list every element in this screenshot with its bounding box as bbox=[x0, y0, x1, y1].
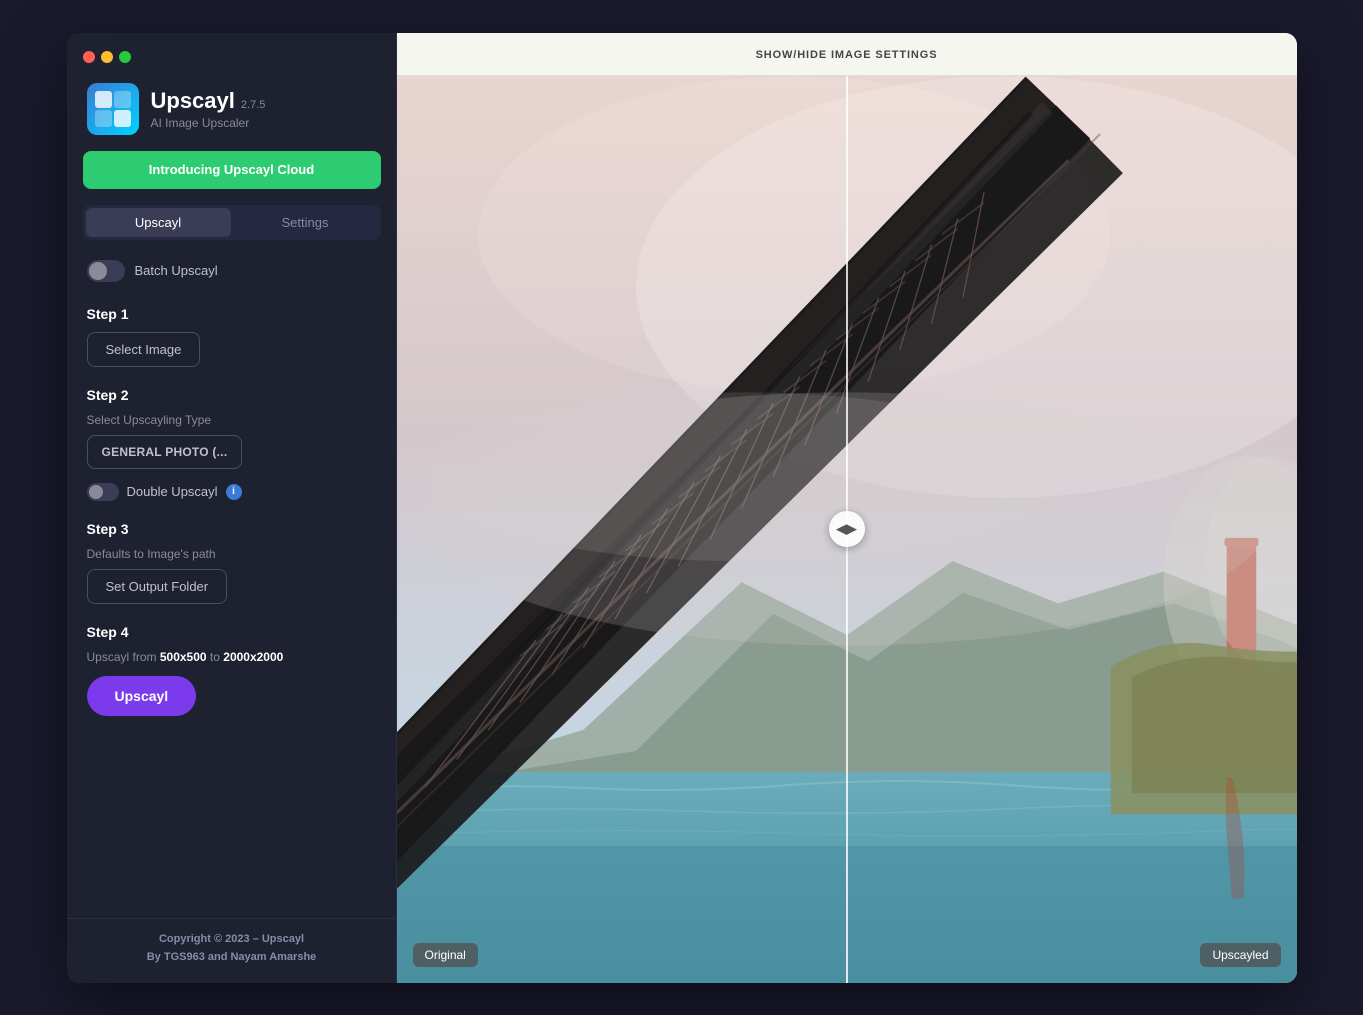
model-select-button[interactable]: GENERAL PHOTO (... bbox=[87, 435, 243, 469]
app-title-group: Upscayl 2.7.5 AI Image Upscaler bbox=[151, 88, 266, 130]
toggle-knob bbox=[89, 262, 107, 280]
upscayl-button[interactable]: Upscayl bbox=[87, 676, 197, 716]
image-settings-bar[interactable]: SHOW/HIDE IMAGE SETTINGS bbox=[397, 33, 1297, 76]
step4-section: Step 4 Upscayl from 500x500 to 2000x2000… bbox=[87, 624, 377, 716]
tab-upscayl[interactable]: Upscayl bbox=[86, 208, 231, 237]
app-name: Upscayl bbox=[151, 88, 235, 114]
tab-bar: Upscayl Settings bbox=[83, 205, 381, 240]
app-logo bbox=[87, 83, 139, 135]
step3-label: Step 3 bbox=[87, 521, 377, 537]
sidebar-content: Batch Upscayl Step 1 Select Image Step 2… bbox=[67, 260, 397, 919]
step4-description: Upscayl from 500x500 to 2000x2000 bbox=[87, 650, 377, 664]
compare-handle[interactable]: ◀▶ bbox=[829, 511, 865, 547]
sidebar: Upscayl 2.7.5 AI Image Upscaler Introduc… bbox=[67, 33, 397, 983]
double-upscayl-label: Double Upscayl bbox=[127, 484, 218, 499]
batch-upscayl-label: Batch Upscayl bbox=[135, 263, 218, 278]
step3-section: Step 3 Defaults to Image's path Set Outp… bbox=[87, 521, 377, 624]
step4-desc-prefix: Upscayl from bbox=[87, 650, 160, 664]
app-title: Upscayl 2.7.5 bbox=[151, 88, 266, 114]
maximize-button[interactable] bbox=[119, 51, 131, 63]
double-upscayl-row: Double Upscayl i bbox=[87, 483, 377, 501]
image-compare-container: ◀▶ Original Upscayled bbox=[397, 76, 1297, 983]
sidebar-footer: Copyright © 2023 – Upscayl By TGS963 and… bbox=[67, 918, 397, 982]
step1-section: Step 1 Select Image bbox=[87, 306, 377, 387]
set-output-folder-button[interactable]: Set Output Folder bbox=[87, 569, 228, 604]
step4-desc-to: to bbox=[207, 650, 224, 664]
upscayled-label: Upscayled bbox=[1200, 943, 1280, 967]
compare-arrows-icon: ◀▶ bbox=[837, 521, 857, 537]
minimize-button[interactable] bbox=[101, 51, 113, 63]
app-subtitle: AI Image Upscaler bbox=[151, 116, 266, 130]
original-label: Original bbox=[413, 943, 478, 967]
footer-authors: By TGS963 and Nayam Amarshe bbox=[87, 949, 377, 967]
cloud-banner-text: Introducing Upscayl Cloud bbox=[149, 162, 314, 177]
app-window: Upscayl 2.7.5 AI Image Upscaler Introduc… bbox=[67, 33, 1297, 983]
step1-label: Step 1 bbox=[87, 306, 377, 322]
traffic-lights bbox=[83, 51, 131, 63]
double-upscayl-toggle[interactable] bbox=[87, 483, 119, 501]
image-settings-label: SHOW/HIDE IMAGE SETTINGS bbox=[756, 49, 938, 61]
double-upscayl-knob bbox=[89, 485, 103, 499]
cloud-banner[interactable]: Introducing Upscayl Cloud bbox=[83, 151, 381, 189]
step2-subtitle: Select Upscayling Type bbox=[87, 413, 377, 427]
batch-upscayl-row: Batch Upscayl bbox=[87, 260, 377, 282]
step4-to-size: 2000x2000 bbox=[223, 650, 283, 664]
step2-label: Step 2 bbox=[87, 387, 377, 403]
step4-from-size: 500x500 bbox=[160, 650, 207, 664]
tab-settings[interactable]: Settings bbox=[233, 208, 378, 237]
step3-subtitle: Defaults to Image's path bbox=[87, 547, 377, 561]
double-upscayl-info-badge[interactable]: i bbox=[226, 484, 242, 500]
select-image-button[interactable]: Select Image bbox=[87, 332, 201, 367]
app-version: 2.7.5 bbox=[241, 99, 265, 111]
main-content: SHOW/HIDE IMAGE SETTINGS bbox=[397, 33, 1297, 983]
close-button[interactable] bbox=[83, 51, 95, 63]
step2-section: Step 2 Select Upscayling Type GENERAL PH… bbox=[87, 387, 377, 501]
batch-upscayl-toggle[interactable] bbox=[87, 260, 125, 282]
step4-label: Step 4 bbox=[87, 624, 377, 640]
footer-copyright: Copyright © 2023 – Upscayl bbox=[87, 931, 377, 949]
